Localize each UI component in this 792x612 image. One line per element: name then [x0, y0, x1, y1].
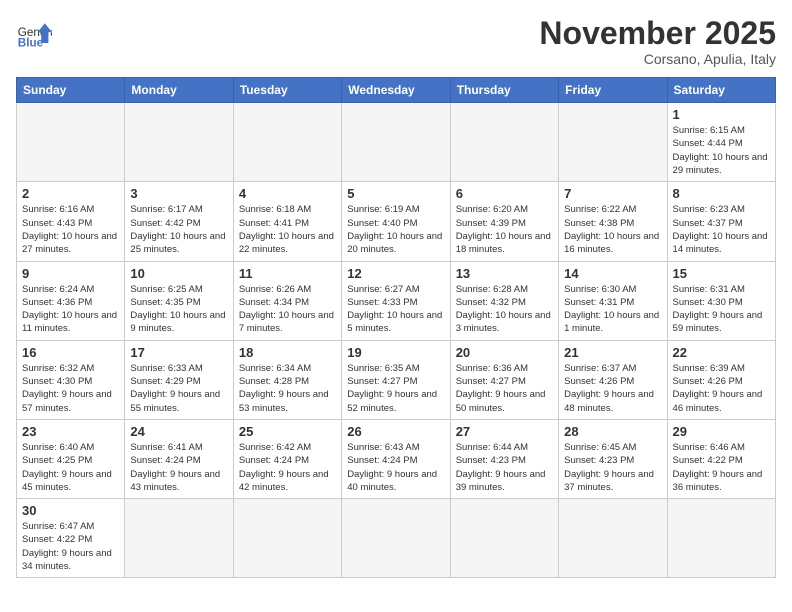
day-16: 16 Sunrise: 6:32 AMSunset: 4:30 PMDaylig…: [17, 340, 125, 419]
empty-cell: [667, 499, 775, 578]
empty-cell: [17, 103, 125, 182]
day-30: 30 Sunrise: 6:47 AMSunset: 4:22 PMDaylig…: [17, 499, 125, 578]
day-8: 8 Sunrise: 6:23 AMSunset: 4:37 PMDayligh…: [667, 182, 775, 261]
header-tuesday: Tuesday: [233, 78, 341, 103]
week-row-4: 16 Sunrise: 6:32 AMSunset: 4:30 PMDaylig…: [17, 340, 776, 419]
day-9: 9 Sunrise: 6:24 AMSunset: 4:36 PMDayligh…: [17, 261, 125, 340]
week-row-1: 1 Sunrise: 6:15 AMSunset: 4:44 PMDayligh…: [17, 103, 776, 182]
day-5: 5 Sunrise: 6:19 AMSunset: 4:40 PMDayligh…: [342, 182, 450, 261]
day-10: 10 Sunrise: 6:25 AMSunset: 4:35 PMDaylig…: [125, 261, 233, 340]
day-7: 7 Sunrise: 6:22 AMSunset: 4:38 PMDayligh…: [559, 182, 667, 261]
day-4: 4 Sunrise: 6:18 AMSunset: 4:41 PMDayligh…: [233, 182, 341, 261]
day-21: 21 Sunrise: 6:37 AMSunset: 4:26 PMDaylig…: [559, 340, 667, 419]
weekday-header-row: Sunday Monday Tuesday Wednesday Thursday…: [17, 78, 776, 103]
header-thursday: Thursday: [450, 78, 558, 103]
header-monday: Monday: [125, 78, 233, 103]
empty-cell: [450, 499, 558, 578]
week-row-5: 23 Sunrise: 6:40 AMSunset: 4:25 PMDaylig…: [17, 419, 776, 498]
empty-cell: [559, 499, 667, 578]
logo-icon: General Blue: [16, 16, 52, 52]
header-friday: Friday: [559, 78, 667, 103]
empty-cell: [559, 103, 667, 182]
day-22: 22 Sunrise: 6:39 AMSunset: 4:26 PMDaylig…: [667, 340, 775, 419]
day-23: 23 Sunrise: 6:40 AMSunset: 4:25 PMDaylig…: [17, 419, 125, 498]
day-2: 2 Sunrise: 6:16 AMSunset: 4:43 PMDayligh…: [17, 182, 125, 261]
title-block: November 2025 Corsano, Apulia, Italy: [539, 16, 776, 67]
day-1: 1 Sunrise: 6:15 AMSunset: 4:44 PMDayligh…: [667, 103, 775, 182]
day-28: 28 Sunrise: 6:45 AMSunset: 4:23 PMDaylig…: [559, 419, 667, 498]
day-3: 3 Sunrise: 6:17 AMSunset: 4:42 PMDayligh…: [125, 182, 233, 261]
day-18: 18 Sunrise: 6:34 AMSunset: 4:28 PMDaylig…: [233, 340, 341, 419]
header-wednesday: Wednesday: [342, 78, 450, 103]
day-14: 14 Sunrise: 6:30 AMSunset: 4:31 PMDaylig…: [559, 261, 667, 340]
empty-cell: [342, 499, 450, 578]
week-row-2: 2 Sunrise: 6:16 AMSunset: 4:43 PMDayligh…: [17, 182, 776, 261]
empty-cell: [125, 499, 233, 578]
day-26: 26 Sunrise: 6:43 AMSunset: 4:24 PMDaylig…: [342, 419, 450, 498]
day-25: 25 Sunrise: 6:42 AMSunset: 4:24 PMDaylig…: [233, 419, 341, 498]
day-6: 6 Sunrise: 6:20 AMSunset: 4:39 PMDayligh…: [450, 182, 558, 261]
location: Corsano, Apulia, Italy: [539, 51, 776, 67]
calendar-table: Sunday Monday Tuesday Wednesday Thursday…: [16, 77, 776, 578]
day-13: 13 Sunrise: 6:28 AMSunset: 4:32 PMDaylig…: [450, 261, 558, 340]
week-row-6: 30 Sunrise: 6:47 AMSunset: 4:22 PMDaylig…: [17, 499, 776, 578]
svg-text:Blue: Blue: [18, 37, 44, 50]
empty-cell: [125, 103, 233, 182]
day-11: 11 Sunrise: 6:26 AMSunset: 4:34 PMDaylig…: [233, 261, 341, 340]
day-15: 15 Sunrise: 6:31 AMSunset: 4:30 PMDaylig…: [667, 261, 775, 340]
logo: General Blue: [16, 16, 52, 52]
month-title: November 2025: [539, 16, 776, 51]
week-row-3: 9 Sunrise: 6:24 AMSunset: 4:36 PMDayligh…: [17, 261, 776, 340]
day-17: 17 Sunrise: 6:33 AMSunset: 4:29 PMDaylig…: [125, 340, 233, 419]
header-sunday: Sunday: [17, 78, 125, 103]
page-header: General Blue November 2025 Corsano, Apul…: [16, 16, 776, 67]
header-saturday: Saturday: [667, 78, 775, 103]
empty-cell: [233, 103, 341, 182]
empty-cell: [342, 103, 450, 182]
day-19: 19 Sunrise: 6:35 AMSunset: 4:27 PMDaylig…: [342, 340, 450, 419]
day-29: 29 Sunrise: 6:46 AMSunset: 4:22 PMDaylig…: [667, 419, 775, 498]
empty-cell: [233, 499, 341, 578]
day-24: 24 Sunrise: 6:41 AMSunset: 4:24 PMDaylig…: [125, 419, 233, 498]
day-27: 27 Sunrise: 6:44 AMSunset: 4:23 PMDaylig…: [450, 419, 558, 498]
day-20: 20 Sunrise: 6:36 AMSunset: 4:27 PMDaylig…: [450, 340, 558, 419]
empty-cell: [450, 103, 558, 182]
day-12: 12 Sunrise: 6:27 AMSunset: 4:33 PMDaylig…: [342, 261, 450, 340]
